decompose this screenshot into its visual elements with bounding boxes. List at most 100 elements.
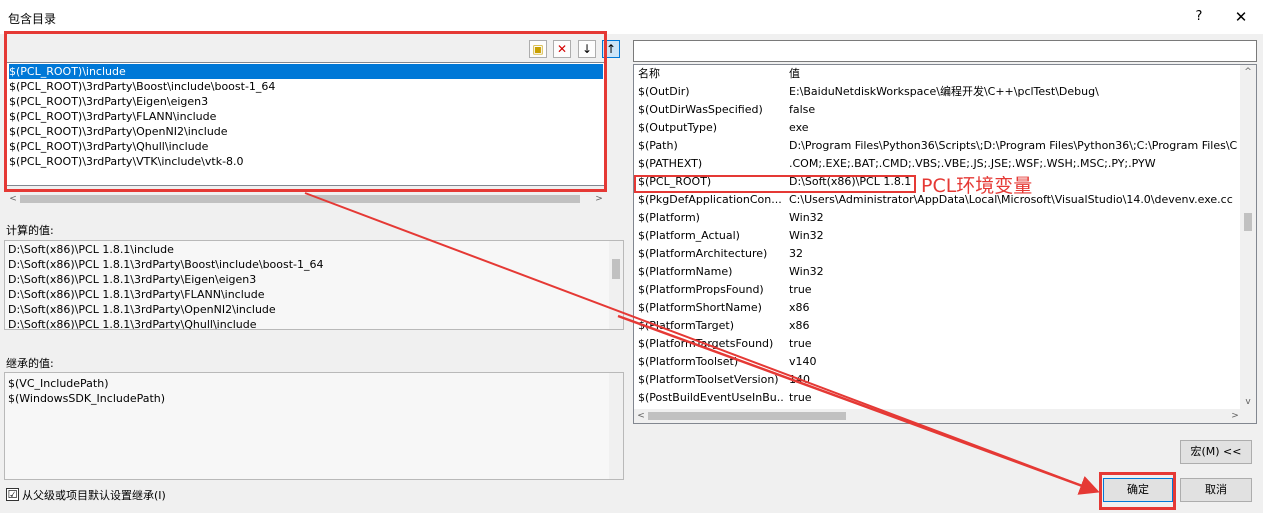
computed-values-box: D:\Soft(x86)\PCL 1.8.1\include D:\Soft(x… [4, 240, 624, 330]
computed-values-label: 计算的值: [6, 224, 54, 237]
table-row[interactable]: $(PostBuildEventUseInBu... true [634, 389, 1242, 407]
move-up-icon[interactable]: ↑ [602, 40, 620, 58]
macro-name: $(PlatformPropsFound) [638, 283, 764, 296]
table-row[interactable]: $(Platform_Actual) Win32 [634, 227, 1242, 245]
table-row[interactable]: $(OutputType) exe [634, 119, 1242, 137]
macro-value: Win32 [789, 265, 824, 278]
macro-name: $(OutDir) [638, 85, 690, 98]
macro-name: $(PlatformTarget) [638, 319, 735, 332]
macro-name: $(Platform) [638, 211, 700, 224]
macro-name: $(PATHEXT) [638, 157, 703, 170]
scroll-left-icon[interactable]: < [6, 192, 20, 206]
table-row[interactable]: $(PlatformToolset) v140 [634, 353, 1242, 371]
macro-value: x86 [789, 301, 810, 314]
scroll-thumb[interactable] [1244, 213, 1252, 231]
list-item: $(VC_IncludePath) [8, 377, 109, 390]
close-button[interactable]: ✕ [1230, 6, 1252, 28]
move-down-icon[interactable]: ↓ [578, 40, 596, 58]
macro-value: D:\Program Files\Python36\Scripts\;D:\Pr… [789, 139, 1238, 152]
table-row[interactable]: $(PlatformName) Win32 [634, 263, 1242, 281]
annotation-label: PCL环境变量 [921, 175, 1033, 197]
cancel-button[interactable]: 取消 [1180, 478, 1252, 502]
table-row[interactable]: $(PlatformToolsetVersion) 140 [634, 371, 1242, 389]
table-header: 名称 值 [634, 65, 1242, 83]
list-item[interactable]: $(PCL_ROOT)\3rdParty\VTK\include\vtk-8.0 [9, 154, 244, 169]
title-bar: 包含目录 ? ✕ [0, 0, 1263, 34]
name-column-header[interactable]: 名称 [638, 65, 784, 83]
list-item: D:\Soft(x86)\PCL 1.8.1\3rdParty\Boost\in… [8, 258, 324, 271]
list-item[interactable]: $(PCL_ROOT)\include [9, 64, 603, 79]
macro-value: Win32 [789, 211, 824, 224]
help-button[interactable]: ? [1188, 6, 1210, 28]
inherit-checkbox[interactable]: ☑ [6, 488, 19, 501]
table-row[interactable]: $(Path) D:\Program Files\Python36\Scripts… [634, 137, 1242, 155]
scroll-down-icon[interactable]: v [1241, 395, 1255, 409]
macro-name: $(PkgDefApplicationCon... [638, 193, 782, 206]
macro-value: x86 [789, 319, 810, 332]
table-row[interactable]: $(OutDir) E:\BaiduNetdiskWorkspace\编程开发\C… [634, 83, 1242, 101]
macros-toggle-button[interactable]: 宏(M) << [1180, 440, 1252, 464]
macro-name: $(PlatformTargetsFound) [638, 337, 774, 350]
inherited-values-label: 继承的值: [6, 357, 54, 370]
macro-name: $(PlatformShortName) [638, 301, 762, 314]
include-list-scrollbar[interactable]: < > [6, 192, 606, 206]
delete-icon[interactable]: ✕ [553, 40, 571, 58]
macro-table[interactable]: 名称 值 $(OutDir) E:\BaiduNetdiskWorkspace\编… [633, 64, 1257, 424]
scroll-thumb[interactable] [20, 195, 580, 203]
inherit-checkbox-label[interactable]: 从父级或项目默认设置继承(I) [22, 487, 166, 503]
macro-value: Win32 [789, 229, 824, 242]
macro-name: $(PlatformName) [638, 265, 733, 278]
scroll-right-icon[interactable]: > [1228, 409, 1242, 423]
inherited-values-box: $(VC_IncludePath) $(WindowsSDK_IncludePa… [4, 372, 624, 480]
scroll-thumb[interactable] [612, 259, 620, 279]
table-row[interactable]: $(Platform) Win32 [634, 209, 1242, 227]
list-item: D:\Soft(x86)\PCL 1.8.1\3rdParty\FLANN\in… [8, 288, 265, 301]
macro-filter-input[interactable] [633, 40, 1257, 62]
scroll-thumb[interactable] [648, 412, 846, 420]
macro-name: $(PlatformToolsetVersion) [638, 373, 779, 386]
new-folder-icon[interactable]: ▣ [529, 40, 547, 58]
list-item[interactable]: $(PCL_ROOT)\3rdParty\Qhull\include [9, 139, 208, 154]
macro-name: $(PCL_ROOT) [638, 175, 712, 188]
macro-value: false [789, 103, 816, 116]
macro-value: true [789, 283, 812, 296]
macro-value: exe [789, 121, 809, 134]
list-item: D:\Soft(x86)\PCL 1.8.1\3rdParty\Eigen\ei… [8, 273, 257, 286]
scroll-up-icon[interactable]: ^ [1241, 65, 1255, 79]
table-row[interactable]: $(PlatformTarget) x86 [634, 317, 1242, 335]
scroll-right-icon[interactable]: > [592, 192, 606, 206]
ok-button[interactable]: 确定 [1103, 478, 1173, 502]
table-row[interactable]: $(PlatformTargetsFound) true [634, 335, 1242, 353]
value-column-header[interactable]: 值 [789, 65, 1242, 83]
table-row[interactable]: $(OutDirWasSpecified) false [634, 101, 1242, 119]
macro-value: 32 [789, 247, 803, 260]
list-item: D:\Soft(x86)\PCL 1.8.1\3rdParty\Qhull\in… [8, 318, 257, 330]
list-item: $(WindowsSDK_IncludePath) [8, 392, 166, 405]
list-item[interactable]: $(PCL_ROOT)\3rdParty\Boost\include\boost… [9, 79, 275, 94]
inherited-scrollbar[interactable] [609, 373, 623, 479]
macro-name: $(OutputType) [638, 121, 718, 134]
macro-table-vscroll[interactable]: ^ v [1240, 65, 1256, 409]
macro-value: true [789, 391, 812, 404]
macro-value: E:\BaiduNetdiskWorkspace\编程开发\C++\pclTes… [789, 85, 1099, 98]
macro-name: $(PlatformArchitecture) [638, 247, 768, 260]
macro-name: $(Path) [638, 139, 678, 152]
scroll-left-icon[interactable]: < [634, 409, 648, 423]
window-title: 包含目录 [8, 12, 57, 26]
list-item[interactable]: $(PCL_ROOT)\3rdParty\Eigen\eigen3 [9, 94, 208, 109]
include-directories-list[interactable]: $(PCL_ROOT)\include $(PCL_ROOT)\3rdParty… [6, 62, 606, 186]
macro-table-hscroll[interactable]: < > [634, 409, 1256, 423]
table-row[interactable]: $(PlatformArchitecture) 32 [634, 245, 1242, 263]
macro-value: v140 [789, 355, 817, 368]
macro-name: $(OutDirWasSpecified) [638, 103, 763, 116]
table-row[interactable]: $(PlatformPropsFound) true [634, 281, 1242, 299]
computed-scrollbar[interactable] [609, 241, 623, 329]
list-item: D:\Soft(x86)\PCL 1.8.1\include [8, 243, 174, 256]
macro-value: 140 [789, 373, 810, 386]
list-item[interactable]: $(PCL_ROOT)\3rdParty\OpenNI2\include [9, 124, 228, 139]
macro-name: $(PostBuildEventUseInBu... [638, 391, 784, 404]
list-item: D:\Soft(x86)\PCL 1.8.1\3rdParty\OpenNI2\… [8, 303, 276, 316]
list-item[interactable]: $(PCL_ROOT)\3rdParty\FLANN\include [9, 109, 216, 124]
macro-value: true [789, 337, 812, 350]
table-row[interactable]: $(PlatformShortName) x86 [634, 299, 1242, 317]
